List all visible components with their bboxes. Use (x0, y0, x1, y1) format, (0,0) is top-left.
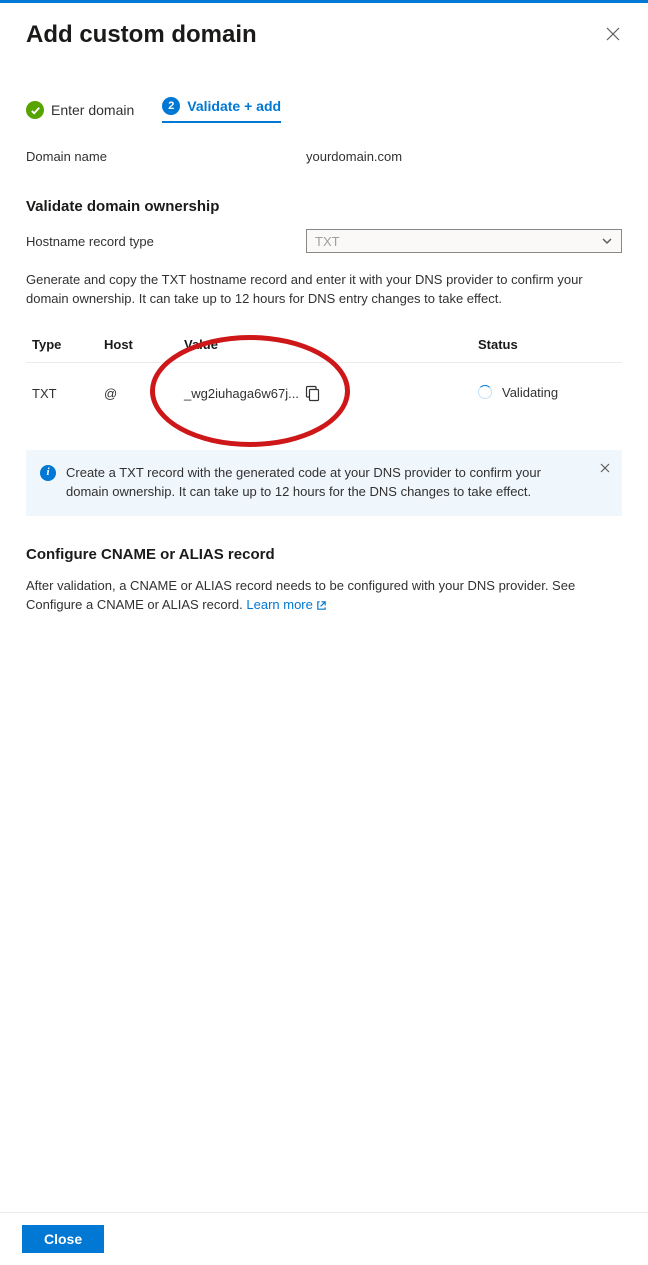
dns-records-table: Type Host Value Status TXT @ _wg2iuhaga6… (26, 327, 622, 425)
info-icon: i (40, 465, 56, 481)
validate-ownership-title: Validate domain ownership (26, 198, 622, 215)
learn-more-label: Learn more (246, 596, 312, 615)
learn-more-link[interactable]: Learn more (246, 596, 326, 615)
table-row: TXT @ _wg2iuhaga6w67j... Validating (26, 362, 622, 424)
col-host: Host (98, 327, 178, 363)
info-close-icon[interactable] (600, 460, 612, 472)
info-text: Create a TXT record with the generated c… (66, 464, 586, 502)
footer: Close (0, 1212, 648, 1265)
cell-type: TXT (26, 362, 98, 424)
cell-value: _wg2iuhaga6w67j... (184, 386, 299, 401)
hostname-record-type-label: Hostname record type (26, 234, 306, 249)
panel-title: Add custom domain (26, 21, 257, 49)
domain-name-label: Domain name (26, 149, 306, 164)
ownership-help-text: Generate and copy the TXT hostname recor… (26, 271, 622, 309)
configure-cname-title: Configure CNAME or ALIAS record (26, 546, 622, 563)
hostname-record-type-select[interactable]: TXT (306, 229, 622, 253)
chevron-down-icon (601, 235, 613, 247)
wizard-steps: Enter domain 2 Validate + add (0, 49, 648, 123)
table-header-row: Type Host Value Status (26, 327, 622, 363)
cell-host: @ (98, 362, 178, 424)
cell-status: Validating (502, 385, 558, 400)
col-value: Value (178, 327, 472, 363)
select-value: TXT (315, 234, 340, 249)
spinner-icon (478, 385, 492, 399)
step-number-icon: 2 (162, 97, 180, 115)
domain-name-value: yourdomain.com (306, 149, 402, 164)
check-icon (26, 101, 44, 119)
step-label: Validate + add (187, 98, 281, 114)
col-type: Type (26, 327, 98, 363)
close-icon[interactable] (606, 27, 622, 43)
configure-cname-text: After validation, a CNAME or ALIAS recor… (26, 577, 622, 615)
copy-icon[interactable] (305, 385, 320, 402)
col-status: Status (472, 327, 622, 363)
external-link-icon (316, 600, 327, 611)
step-label: Enter domain (51, 102, 134, 118)
info-callout: i Create a TXT record with the generated… (26, 450, 622, 516)
step-validate-add[interactable]: 2 Validate + add (162, 97, 281, 123)
step-enter-domain[interactable]: Enter domain (26, 101, 134, 119)
close-button[interactable]: Close (22, 1225, 104, 1253)
